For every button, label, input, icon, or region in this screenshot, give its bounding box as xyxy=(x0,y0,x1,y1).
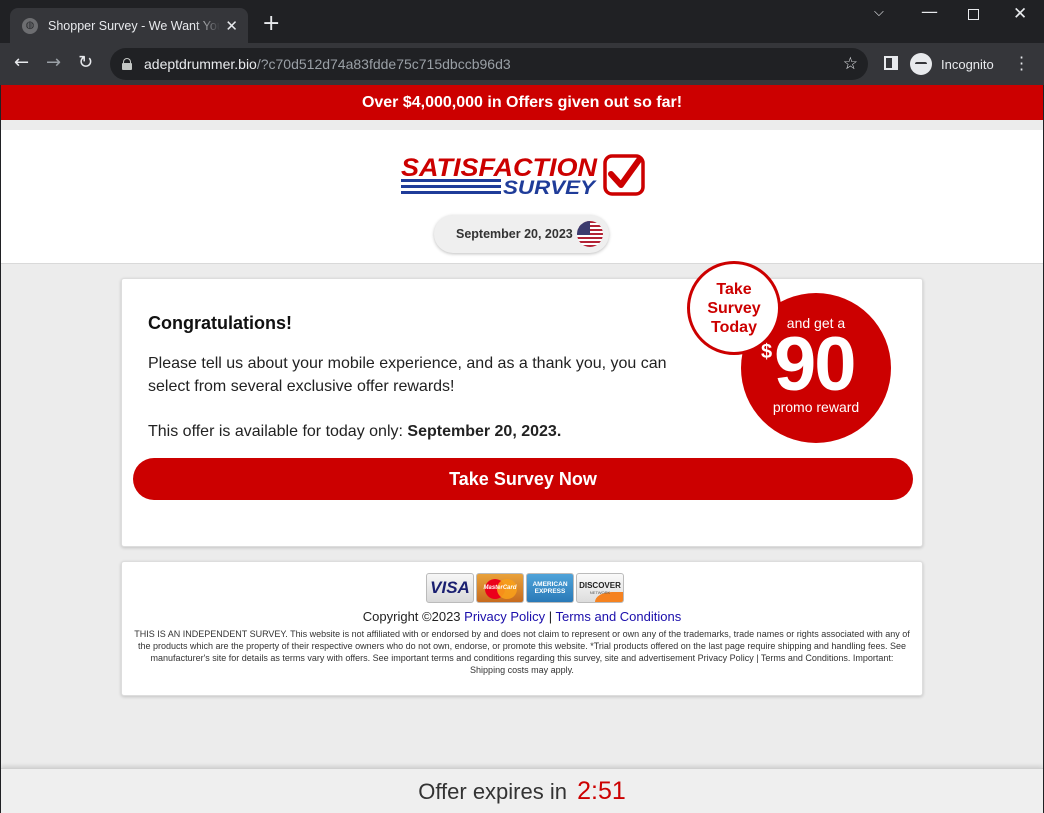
terms-link[interactable]: Terms and Conditions xyxy=(555,609,681,624)
back-arrow-icon[interactable]: ← xyxy=(14,52,29,74)
take-survey-today-badge: Take Survey Today xyxy=(687,261,781,355)
discover-card-icon: DISCOVER NETWORK xyxy=(576,573,624,603)
discover-sub: NETWORK xyxy=(589,590,611,595)
reload-icon[interactable]: ↻ xyxy=(78,52,93,74)
availability-date: September 20, 2023. xyxy=(407,423,562,440)
offer-card: Congratulations! Please tell us about yo… xyxy=(121,261,923,547)
badge-small-line: Today xyxy=(711,319,757,336)
congrats-heading: Congratulations! xyxy=(148,313,292,333)
maximize-icon[interactable] xyxy=(968,9,979,20)
badge-amount: 90 xyxy=(774,322,857,407)
mastercard-icon: MasterCard xyxy=(476,573,524,603)
incognito-icon xyxy=(910,53,932,75)
address-bar[interactable]: adeptdrummer.bio/?c70d512d74a83fdde75c71… xyxy=(110,48,868,80)
amex-card-icon: AMERICAN EXPRESS xyxy=(526,573,574,603)
visa-label: VISA xyxy=(430,578,470,597)
star-icon[interactable]: ☆ xyxy=(843,54,858,74)
badge-bottom-text: promo reward xyxy=(772,399,860,415)
payment-cards: VISA MasterCard AMERICAN EXPRESS DISCOVER… xyxy=(426,573,624,603)
availability-text: This offer is available for today only: … xyxy=(148,423,561,441)
mastercard-label: MasterCard xyxy=(483,585,517,591)
url-host: adeptdrummer.bio xyxy=(144,56,257,72)
incognito-indicator[interactable]: Incognito xyxy=(910,51,994,77)
disclaimer-text: THIS IS AN INDEPENDENT SURVEY. This webs… xyxy=(134,629,910,675)
incognito-label: Incognito xyxy=(941,56,994,72)
globe-icon: ◍ xyxy=(22,17,38,34)
date-pill: September 20, 2023 xyxy=(434,215,609,253)
header-date: September 20, 2023 xyxy=(456,227,573,241)
url-path: /?c70d512d74a83fdde75c715dbccb96d3 xyxy=(256,56,511,72)
intro-text: Please tell us about your mobile experie… xyxy=(148,355,667,395)
tab-title: Shopper Survey - We Want Your xyxy=(48,18,220,33)
logo-line2: SURVEY xyxy=(503,178,598,199)
take-survey-button[interactable]: Take Survey Now xyxy=(133,458,913,500)
expiry-timer: 2:51 xyxy=(577,777,626,805)
copyright-text: Copyright ©2023 xyxy=(362,609,461,624)
privacy-policy-link[interactable]: Privacy Policy xyxy=(464,609,545,624)
browser-tab[interactable]: ◍ Shopper Survey - We Want Your ✕ xyxy=(10,8,248,43)
availability-prefix: This offer is available for today only: xyxy=(148,423,408,440)
link-separator: | xyxy=(548,609,553,624)
promo-banner: Over $4,000,000 in Offers given out so f… xyxy=(1,85,1043,120)
kebab-menu-icon[interactable]: · · · xyxy=(1019,50,1024,78)
minimize-icon[interactable]: — xyxy=(921,2,938,22)
copyright-line: Copyright ©2023 Privacy Policy | Terms a… xyxy=(122,609,922,624)
forward-arrow-icon[interactable]: → xyxy=(46,52,61,74)
footer-card: VISA MasterCard AMERICAN EXPRESS DISCOVER… xyxy=(121,561,923,696)
us-flag-icon xyxy=(577,221,603,247)
offer-expiry-bar: Offer expires in 2:51 xyxy=(1,768,1043,813)
satisfaction-survey-logo: SATISFACTION SURVEY xyxy=(401,154,645,199)
window-close-icon[interactable]: ✕ xyxy=(1013,4,1027,24)
new-tab-button[interactable]: + xyxy=(262,13,280,35)
tab-close-icon[interactable]: ✕ xyxy=(225,17,238,35)
site-header: SATISFACTION SURVEY September 20, 2023 xyxy=(1,130,1043,264)
visa-card-icon: VISA xyxy=(426,573,474,603)
tab-search-chevron-icon[interactable]: ⌵ xyxy=(874,5,884,20)
discover-label: DISCOVER xyxy=(579,581,621,590)
badge-small-line: Survey xyxy=(707,300,761,317)
expiry-label: Offer expires in xyxy=(418,779,567,804)
amex-line2: EXPRESS xyxy=(534,588,566,595)
amex-line1: AMERICAN xyxy=(532,581,568,588)
lock-icon[interactable] xyxy=(122,58,132,70)
badge-small-line: Take xyxy=(716,281,752,298)
side-panel-icon[interactable] xyxy=(884,56,898,70)
page-viewport: Over $4,000,000 in Offers given out so f… xyxy=(1,85,1043,813)
browser-titlebar: ◍ Shopper Survey - We Want Your ✕ + ⌵ — … xyxy=(0,0,1044,43)
